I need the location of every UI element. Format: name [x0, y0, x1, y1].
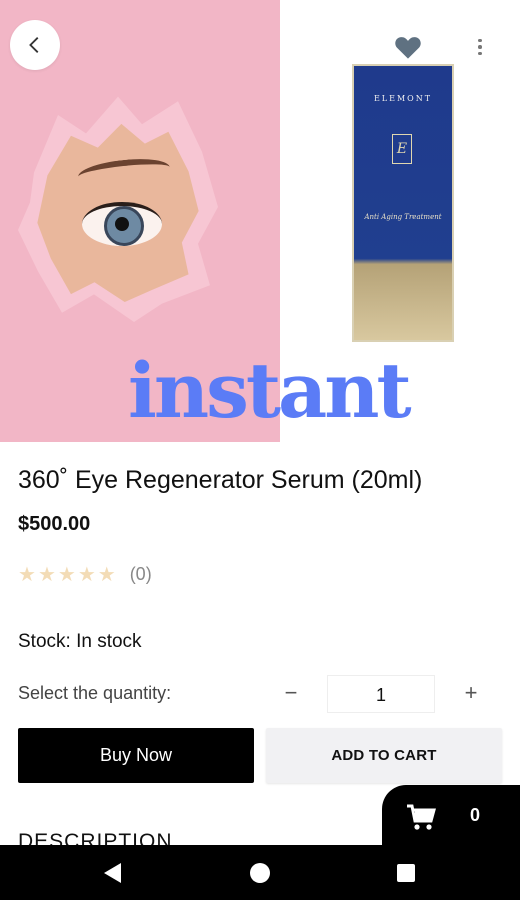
product-price: $500.00 [18, 513, 91, 535]
box-caption: Anti Aging Treatment [364, 213, 442, 221]
product-box-image: ELEMONT E Anti Aging Treatment [352, 64, 454, 342]
more-vertical-icon [478, 38, 482, 43]
back-button[interactable] [10, 20, 60, 70]
instant-banner-text: instant [128, 346, 412, 435]
android-navigation-bar [0, 845, 520, 900]
shopping-cart-icon [407, 804, 436, 830]
product-rating: ★ ★ ★ ★ ★ (0) [18, 562, 152, 587]
nav-home-icon[interactable] [250, 863, 270, 883]
buy-now-button[interactable]: Buy Now [18, 728, 254, 783]
back-arrow-icon [29, 37, 39, 53]
favorite-button[interactable] [394, 34, 422, 60]
box-brand-text: ELEMONT [373, 94, 433, 103]
product-image-gallery[interactable]: ELEMONT E Anti Aging Treatment instant [0, 0, 520, 442]
add-to-cart-button[interactable]: ADD TO CART [266, 728, 502, 783]
nav-recents-icon[interactable] [397, 864, 415, 882]
star-icon: ★ [37, 564, 56, 586]
eye-pupil [115, 217, 129, 231]
star-icon: ★ [77, 564, 96, 586]
stock-status: Stock: In stock [18, 631, 142, 652]
more-options-button[interactable] [470, 34, 490, 60]
review-count: (0) [129, 564, 152, 584]
heart-icon [395, 37, 421, 59]
product-title: 360˚ Eye Regenerator Serum (20ml) [18, 466, 423, 494]
quantity-decrement-button[interactable]: − [278, 678, 304, 708]
star-icon: ★ [57, 564, 76, 586]
quantity-label: Select the quantity: [18, 683, 172, 703]
quantity-input[interactable]: 1 [327, 675, 435, 713]
cart-count-badge: 0 [470, 805, 481, 825]
star-icon: ★ [18, 564, 36, 586]
star-icon: ★ [97, 564, 116, 586]
nav-back-icon[interactable] [104, 863, 121, 883]
box-logo: E [392, 134, 412, 164]
quantity-increment-button[interactable]: + [458, 678, 484, 708]
